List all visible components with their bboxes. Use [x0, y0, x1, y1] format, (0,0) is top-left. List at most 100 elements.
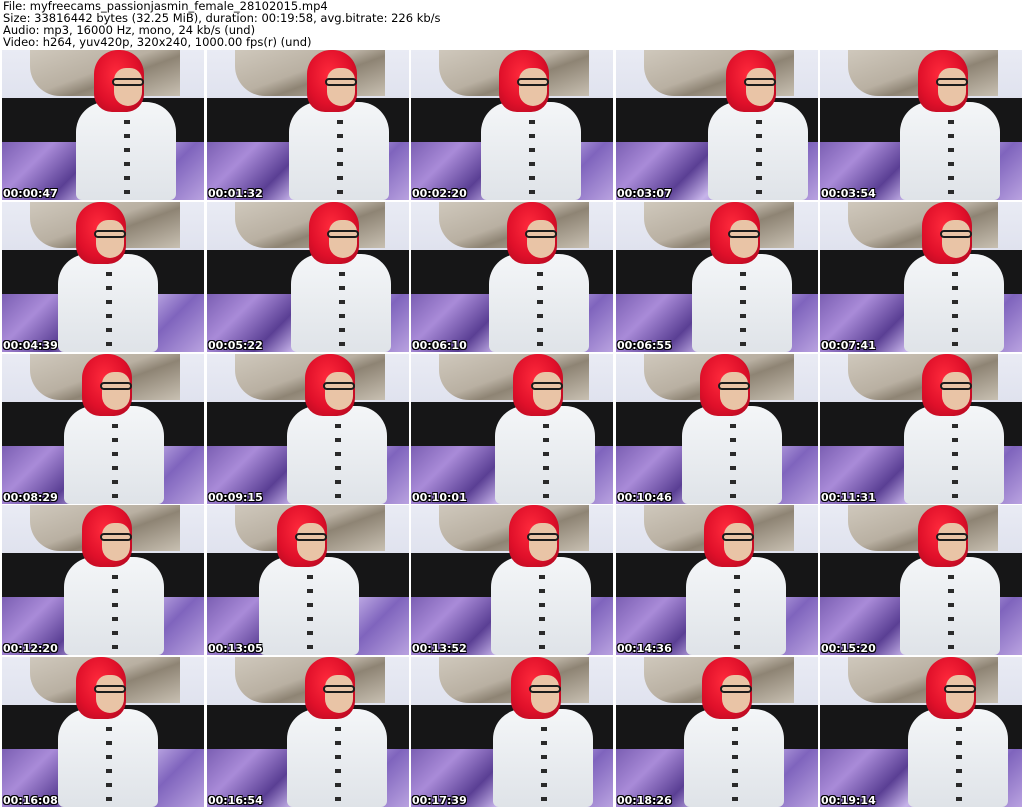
video-thumbnail: 00:03:07: [616, 50, 818, 200]
thumbnail-glasses: [295, 533, 327, 541]
thumbnail-face: [519, 68, 547, 106]
video-thumbnail: 00:11:31: [820, 354, 1022, 504]
thumbnail-shirt-buttons: [339, 272, 345, 352]
thumbnail-glasses: [944, 685, 976, 693]
thumbnail-face: [297, 523, 325, 561]
thumbnail-timestamp: 00:04:39: [3, 339, 58, 352]
thumbnail-timestamp: 00:13:05: [208, 642, 263, 655]
thumbnail-glasses: [323, 685, 355, 693]
video-thumbnail: 00:08:29: [2, 354, 204, 504]
thumbnail-shirt-buttons: [112, 575, 118, 655]
thumbnail-face: [325, 372, 353, 410]
thumbnail-glasses: [100, 382, 132, 390]
thumbnail-glasses: [936, 78, 968, 86]
thumbnail-face: [746, 68, 774, 106]
thumbnail-shirt-buttons: [537, 272, 543, 352]
video-thumbnail: 00:10:01: [411, 354, 613, 504]
thumbnail-face: [942, 372, 970, 410]
video-thumbnail: 00:05:22: [207, 202, 409, 352]
thumbnail-timestamp: 00:14:36: [617, 642, 672, 655]
thumbnail-face: [724, 523, 752, 561]
thumbnail-timestamp: 00:03:54: [821, 187, 876, 200]
thumbnail-glasses: [100, 533, 132, 541]
thumbnail-face: [114, 68, 142, 106]
video-thumbnail: 00:09:15: [207, 354, 409, 504]
video-thumbnail: 00:18:26: [616, 657, 818, 807]
thumbnail-face: [96, 220, 124, 258]
thumbnail-glasses: [940, 230, 972, 238]
thumbnail-timestamp: 00:07:41: [821, 339, 876, 352]
thumbnail-timestamp: 00:13:52: [412, 642, 467, 655]
thumbnail-face: [529, 523, 557, 561]
thumbnail-timestamp: 00:00:47: [3, 187, 58, 200]
thumbnail-timestamp: 00:06:10: [412, 339, 467, 352]
thumbnail-face: [938, 523, 966, 561]
thumbnail-timestamp: 00:17:39: [412, 794, 467, 807]
thumbnail-shirt-buttons: [734, 575, 740, 655]
thumbnail-glasses: [94, 230, 126, 238]
video-thumbnail: 00:01:32: [207, 50, 409, 200]
video-thumbnail: 00:06:55: [616, 202, 818, 352]
thumbnail-glasses: [325, 78, 357, 86]
thumbnail-timestamp: 00:03:07: [617, 187, 672, 200]
thumbnail-glasses: [728, 230, 760, 238]
thumbnail-face: [942, 220, 970, 258]
thumbnail-face: [102, 372, 130, 410]
thumbnail-glasses: [744, 78, 776, 86]
thumbnail-shirt-buttons: [956, 727, 962, 807]
thumbnail-glasses: [112, 78, 144, 86]
thumbnail-shirt-buttons: [307, 575, 313, 655]
thumbnail-timestamp: 00:02:20: [412, 187, 467, 200]
thumbnail-timestamp: 00:16:08: [3, 794, 58, 807]
thumbnail-shirt-buttons: [732, 727, 738, 807]
thumbnail-glasses: [718, 382, 750, 390]
thumbnail-face: [730, 220, 758, 258]
thumbnail-face: [946, 675, 974, 713]
thumbnail-timestamp: 00:18:26: [617, 794, 672, 807]
thumbnail-shirt-buttons: [124, 120, 130, 200]
thumbnail-glasses: [94, 685, 126, 693]
thumbnail-shirt-buttons: [335, 727, 341, 807]
thumbnail-face: [533, 372, 561, 410]
thumbnail-face: [96, 675, 124, 713]
thumbnail-shirt-buttons: [539, 575, 545, 655]
thumbnail-timestamp: 00:09:15: [208, 491, 263, 504]
thumbnail-timestamp: 00:08:29: [3, 491, 58, 504]
video-thumbnail: 00:03:54: [820, 50, 1022, 200]
thumbnail-glasses: [531, 382, 563, 390]
thumbnail-grid: 00:00:47 00:01:32 00:02:20 00:03:07 00:03:54…: [2, 50, 1022, 810]
thumbnail-timestamp: 00:01:32: [208, 187, 263, 200]
thumbnail-glasses: [936, 533, 968, 541]
video-thumbnail: 00:06:10: [411, 202, 613, 352]
video-thumbnail: 00:14:36: [616, 505, 818, 655]
thumbnail-shirt-buttons: [740, 272, 746, 352]
video-thumbnail: 00:10:46: [616, 354, 818, 504]
thumbnail-timestamp: 00:16:54: [208, 794, 263, 807]
thumbnail-face: [531, 675, 559, 713]
video-thumbnail: 00:17:39: [411, 657, 613, 807]
thumbnail-face: [329, 220, 357, 258]
thumbnail-timestamp: 00:19:14: [821, 794, 876, 807]
file-info-header: File: myfreecams_passionjasmin_female_28…: [3, 0, 1021, 50]
video-thumbnail: 00:00:47: [2, 50, 204, 200]
thumbnail-face: [527, 220, 555, 258]
video-thumbnail: 00:16:54: [207, 657, 409, 807]
thumbnail-glasses: [720, 685, 752, 693]
video-thumbnail: 00:15:20: [820, 505, 1022, 655]
thumbnail-shirt-buttons: [543, 424, 549, 504]
video-thumbnail: 00:07:41: [820, 202, 1022, 352]
thumbnail-shirt-buttons: [948, 120, 954, 200]
thumbnail-shirt-buttons: [529, 120, 535, 200]
thumbnail-timestamp: 00:10:46: [617, 491, 672, 504]
thumbnail-shirt-buttons: [756, 120, 762, 200]
thumbnail-timestamp: 00:06:55: [617, 339, 672, 352]
video-info-line: Video: h264, yuv420p, 320x240, 1000.00 f…: [3, 35, 312, 49]
thumbnail-shirt-buttons: [948, 575, 954, 655]
thumbnail-face: [102, 523, 130, 561]
thumbnail-glasses: [722, 533, 754, 541]
thumbnail-shirt-buttons: [106, 727, 112, 807]
thumbnail-glasses: [517, 78, 549, 86]
thumbnail-shirt-buttons: [337, 120, 343, 200]
thumbnail-timestamp: 00:05:22: [208, 339, 263, 352]
thumbnail-shirt-buttons: [112, 424, 118, 504]
